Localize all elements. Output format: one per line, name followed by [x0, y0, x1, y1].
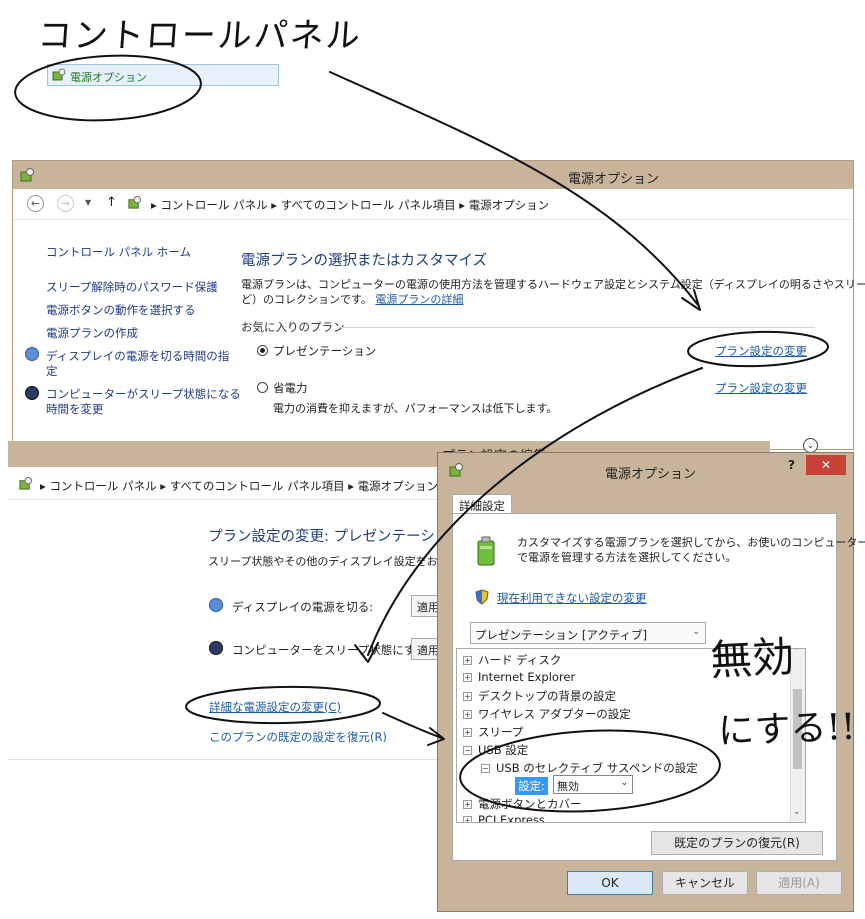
window-title: 電源オプション [568, 172, 660, 187]
up-arrow-icon[interactable]: ↑ [106, 195, 117, 210]
power-options-window: 電源オプション ← → ▼ ↑ ▸ コントロール パネル ▸ すべてのコントロー… [12, 160, 865, 453]
tree-item[interactable]: + スリープ [463, 724, 523, 740]
page-heading: プラン設定の変更: プレゼンテーショ [208, 529, 450, 545]
chevron-down-icon: ⌄ [620, 778, 628, 788]
apply-button[interactable]: 適用(A) [756, 871, 842, 895]
plan-name-presentation: プレゼンテーション [273, 344, 377, 358]
tree-item[interactable]: + PCI Express [463, 813, 545, 822]
window-app-icon [19, 167, 35, 186]
sidebar-home-link[interactable]: コントロール パネル ホーム [46, 244, 191, 260]
breadcrumb: ▸ コントロール パネル ▸ すべてのコントロール パネル項目 ▸ 電源オプショ… [151, 198, 550, 212]
tree-item[interactable]: + 電源ボタンとカバー [463, 796, 582, 812]
description-text: ど）のコレクションです。 [241, 293, 372, 306]
intro-line-1: カスタマイズする電源プランを選択してから、お使いのコンピューター [517, 536, 865, 549]
change-plan-settings-link[interactable]: プラン設定の変更 [715, 380, 807, 396]
power-options-icon [52, 68, 66, 82]
breadcrumb: ▸ コントロール パネル ▸ すべてのコントロール パネル項目 ▸ 電源オプショ… [40, 478, 463, 494]
tree-item[interactable]: + Internet Explorer [463, 670, 575, 684]
display-clock-icon [25, 347, 39, 361]
recent-dropdown-icon[interactable]: ▼ [85, 198, 91, 207]
breadcrumb-item[interactable]: コントロール パネル [49, 479, 156, 493]
sidebar-item-display-off-cont[interactable]: 定 [46, 363, 58, 379]
setting-value: 無効 [557, 780, 579, 793]
sidebar-item-password[interactable]: スリープ解除時のパスワード保護 [46, 279, 218, 295]
circle-mark [14, 54, 202, 122]
chevron-down-icon: ⌄ [692, 627, 700, 637]
change-plan-settings-link[interactable]: プラン設定の変更 [715, 343, 807, 359]
handwritten-note-disable: 無効 [708, 631, 796, 686]
sleep-moon-icon [209, 641, 223, 655]
plan-select-value: プレゼンテーション [アクティブ] [475, 628, 648, 642]
breadcrumb-item[interactable]: コントロール パネル [160, 198, 267, 212]
sidebar-item-create-plan[interactable]: 電源プランの作成 [46, 325, 138, 341]
location-icon [127, 195, 142, 213]
battery-icon [471, 534, 501, 571]
description-line-2: ど）のコレクションです。 電源プランの詳細 [241, 291, 463, 307]
close-button[interactable]: ✕ [806, 455, 846, 475]
plan-select[interactable]: プレゼンテーション [アクティブ] ⌄ [470, 622, 706, 644]
tree-item[interactable]: + ハード ディスク [463, 652, 561, 668]
handwritten-title: コントロールパネル [36, 16, 364, 56]
page-heading: 電源プランの選択またはカスタマイズ [241, 253, 488, 269]
restore-plan-defaults-button[interactable]: 既定のプランの復元(R) [651, 831, 823, 855]
location-icon [18, 476, 33, 494]
favorite-plans-label: お気に入りのプラン [241, 320, 345, 334]
window-titlebar: 電源オプション [13, 161, 853, 189]
shield-icon [475, 589, 489, 608]
advanced-settings-link[interactable]: 詳細な電源設定の変更(C) [209, 699, 341, 715]
back-icon[interactable]: ← [27, 195, 44, 212]
divider [339, 327, 815, 328]
tree-item-usb[interactable]: − USB 設定 [463, 742, 528, 758]
page-subtext: スリープ状態やその他のディスプレイ設定をお使い [208, 555, 460, 568]
address-bar: ← → ▼ ↑ ▸ コントロール パネル ▸ すべてのコントロール パネル項目 … [13, 189, 853, 220]
breadcrumb-item[interactable]: すべてのコントロール パネル項目 [170, 479, 345, 493]
sidebar-item-sleep-cont[interactable]: 時間を変更 [46, 401, 104, 417]
power-plan-details-link[interactable]: 電源プランの詳細 [375, 293, 463, 306]
plan-description-power-saver: 電力の消費を抑えますが、パフォーマンスは低下します。 [273, 402, 558, 415]
display-clock-icon [209, 598, 223, 612]
help-button[interactable]: ? [788, 458, 795, 472]
breadcrumb-item[interactable]: 電源オプション [358, 479, 439, 493]
breadcrumb-item[interactable]: すべてのコントロール パネル項目 [281, 198, 456, 212]
forward-icon[interactable]: → [57, 195, 74, 212]
tree-item-usb-suspend[interactable]: − USB のセレクティブ サスペンドの設定 [481, 760, 698, 776]
change-unavailable-settings-link[interactable]: 現在利用できない設定の変更 [497, 590, 647, 606]
control-panel-power-label: 電源オプション [70, 71, 147, 84]
radio-presentation[interactable] [257, 345, 268, 356]
plan-name-power-saver: 省電力 [273, 381, 308, 395]
scroll-down-icon[interactable]: ⌄ [793, 807, 801, 817]
chevron-down-icon[interactable]: ⌄ [803, 438, 818, 453]
display-off-label: ディスプレイの電源を切る: [232, 600, 374, 614]
dialog-app-icon [448, 462, 464, 481]
intro-line-2: で電源を管理する方法を選択してください。 [517, 551, 737, 564]
handwritten-note-do-it: にする!! [717, 706, 857, 753]
sidebar-item-display-off[interactable]: ディスプレイの電源を切る時間の指 [46, 348, 229, 364]
sidebar-item-sleep[interactable]: コンピューターがスリープ状態になる [46, 386, 241, 402]
dialog-title: 電源オプション [605, 467, 697, 482]
restore-defaults-link[interactable]: このプランの既定の設定を復元(R) [209, 729, 387, 745]
description-line-1: 電源プランは、コンピューターの電源の使用方法を管理するハードウェア設定とシステム… [241, 278, 865, 291]
ok-button[interactable]: OK [567, 871, 653, 895]
tree-item[interactable]: + ワイヤレス アダプターの設定 [463, 706, 631, 722]
tree-item[interactable]: + デスクトップの背景の設定 [463, 688, 616, 704]
sleep-moon-icon [25, 386, 39, 400]
radio-power-saver[interactable] [257, 382, 268, 393]
breadcrumb-item[interactable]: 電源オプション [469, 198, 550, 212]
sidebar-item-power-button[interactable]: 電源ボタンの動作を選択する [46, 302, 196, 318]
divider [8, 759, 438, 760]
tab-advanced[interactable]: 詳細設定 [452, 494, 512, 514]
setting-value-select[interactable]: 無効 ⌄ [553, 775, 633, 794]
sleep-label: コンピューターをスリープ状態にする: [232, 643, 431, 657]
setting-label: 設定: [515, 777, 548, 795]
cancel-button[interactable]: キャンセル [662, 871, 748, 895]
control-panel-power-item[interactable]: 電源オプション [47, 64, 279, 86]
